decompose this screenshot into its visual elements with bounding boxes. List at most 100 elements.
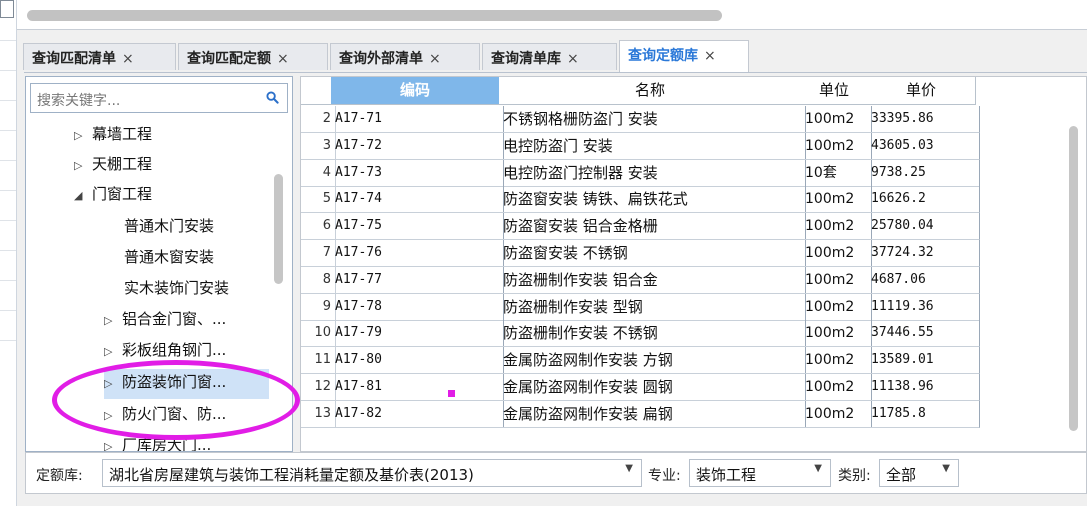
library-label: 定额库: [36, 468, 83, 484]
divider [24, 72, 1087, 73]
search-input[interactable]: 搜索关键字... [30, 83, 288, 113]
filter-bar: 定额库: 湖北省房屋建筑与装饰工程消耗量定额及基价表(2013) ▼ 专业: 装… [25, 452, 1087, 494]
left-row [0, 200, 16, 221]
cell-name[interactable]: 防盗窗安装 铸铁、扁铁花式 [499, 186, 806, 214]
cell-name[interactable]: 金属防盗网制作安装 扁钢 [499, 400, 806, 428]
cell-unit[interactable]: 100m2 [801, 240, 872, 267]
cell-unit[interactable]: 100m2 [801, 347, 872, 375]
horizontal-scrollbar-thumb[interactable] [27, 10, 722, 21]
expand-arrow-icon[interactable]: ▷ [104, 434, 122, 451]
close-icon[interactable]: × [122, 51, 134, 67]
cell-name[interactable]: 防盗栅制作安装 不锈钢 [499, 320, 806, 348]
cell-code[interactable]: A17-80 [331, 347, 504, 375]
cell-code[interactable]: A17-74 [331, 186, 504, 214]
tab-match-bill[interactable]: 查询匹配清单 × [23, 43, 176, 70]
expand-arrow-icon[interactable]: ▷ [74, 123, 92, 149]
library-select[interactable]: 湖北省房屋建筑与装饰工程消耗量定额及基价表(2013) ▼ [102, 459, 642, 487]
top-pane [17, 0, 1087, 30]
cell-code[interactable]: A17-72 [331, 132, 504, 160]
chevron-down-icon: ▼ [942, 463, 950, 474]
close-icon[interactable]: × [429, 51, 441, 67]
cell-code[interactable]: A17-79 [331, 320, 504, 348]
tab-match-quota[interactable]: 查询匹配定额 × [178, 43, 328, 70]
cell-name[interactable]: 防盗窗安装 不锈钢 [499, 240, 806, 267]
sidebar-scrollbar-thumb[interactable] [274, 174, 283, 284]
cell-price[interactable]: 11119.36 [867, 293, 980, 321]
close-icon[interactable]: × [704, 48, 716, 64]
cell-code[interactable]: A17-75 [331, 213, 504, 241]
cell-unit[interactable]: 100m2 [801, 213, 872, 241]
left-row [0, 20, 16, 41]
search-icon[interactable] [266, 91, 279, 104]
cell-unit[interactable]: 100m2 [801, 132, 872, 160]
cell-unit[interactable]: 100m2 [801, 320, 872, 348]
tree-item[interactable]: 普通木门安装 [124, 213, 214, 243]
cell-code[interactable]: A17-77 [331, 266, 504, 294]
cell-unit[interactable]: 100m2 [801, 106, 872, 133]
cell-name[interactable]: 金属防盗网制作安装 圆钢 [499, 374, 806, 401]
column-header-name[interactable]: 名称 [499, 77, 802, 105]
cell-price[interactable]: 43605.03 [867, 132, 980, 160]
cell-code[interactable]: A17-73 [331, 159, 504, 187]
cell-price[interactable]: 37446.55 [867, 320, 980, 348]
highlight-ellipse [52, 360, 300, 440]
tree-item-label: 普通木门安装 [124, 217, 215, 235]
close-icon[interactable]: × [567, 51, 579, 67]
tree-item[interactable]: 实木装饰门安装 [124, 275, 229, 305]
cell-price[interactable]: 33395.86 [867, 106, 980, 133]
cell-code[interactable]: A17-81 [331, 374, 504, 401]
category-select[interactable]: 全部 ▼ [879, 459, 959, 487]
left-row [0, 170, 16, 191]
cell-price[interactable]: 25780.04 [867, 213, 980, 241]
cell-price[interactable]: 11138.96 [867, 374, 980, 401]
category-value: 全部 [886, 466, 917, 484]
cell-name[interactable]: 防盗栅制作安装 型钢 [499, 293, 806, 321]
tab-label: 查询匹配定额 [187, 51, 271, 67]
cell-unit[interactable]: 100m2 [801, 266, 872, 294]
column-header-code[interactable]: 编码 [331, 77, 500, 105]
cell-code[interactable]: A17-71 [331, 106, 504, 133]
left-checkbox[interactable] [0, 0, 14, 18]
table-scrollbar-thumb[interactable] [1069, 126, 1078, 431]
cell-price[interactable]: 11785.8 [867, 400, 980, 428]
expand-arrow-icon[interactable]: ▷ [74, 153, 92, 179]
tab-label: 查询清单库 [491, 51, 561, 67]
cell-price[interactable]: 37724.32 [867, 240, 980, 267]
cell-unit[interactable]: 100m2 [801, 186, 872, 214]
cell-code[interactable]: A17-76 [331, 240, 504, 267]
left-row [0, 260, 16, 281]
tree-item[interactable]: ▷ 铝合金门窗、... [104, 306, 226, 336]
tab-external-bill[interactable]: 查询外部清单 × [330, 43, 480, 70]
cell-unit[interactable]: 100m2 [801, 400, 872, 428]
collapse-arrow-icon[interactable]: ◢ [74, 183, 92, 209]
cell-name[interactable]: 电控防盗门 安装 [499, 132, 806, 160]
chevron-down-icon: ▼ [625, 463, 633, 474]
tree-item[interactable]: ▷ 幕墙工程 [74, 121, 152, 151]
cell-price[interactable]: 4687.06 [867, 266, 980, 294]
expand-arrow-icon[interactable]: ▷ [104, 308, 122, 334]
cell-name[interactable]: 金属防盗网制作安装 方钢 [499, 347, 806, 375]
tree-item[interactable]: 普通木窗安装 [124, 244, 214, 274]
cell-price[interactable]: 9738.25 [867, 159, 980, 187]
cell-name[interactable]: 防盗栅制作安装 铝合金 [499, 266, 806, 294]
column-header-price[interactable]: 单价 [867, 77, 976, 105]
cell-unit[interactable]: 10套 [801, 159, 872, 187]
category-label: 类别: [838, 468, 871, 484]
tab-quota-library[interactable]: 查询定额库 × [619, 40, 749, 72]
cell-unit[interactable]: 100m2 [801, 293, 872, 321]
cell-code[interactable]: A17-78 [331, 293, 504, 321]
close-icon[interactable]: × [277, 51, 289, 67]
cell-name[interactable]: 不锈钢格栅防盗门 安装 [499, 106, 806, 133]
specialty-select[interactable]: 装饰工程 ▼ [689, 459, 831, 487]
cell-unit[interactable]: 100m2 [801, 374, 872, 401]
cell-name[interactable]: 电控防盗门控制器 安装 [499, 159, 806, 187]
expand-arrow-icon[interactable]: ▷ [104, 339, 122, 365]
column-header-unit[interactable]: 单位 [801, 77, 868, 105]
cell-name[interactable]: 防盗窗安装 铝合金格栅 [499, 213, 806, 241]
cell-price[interactable]: 16626.2 [867, 186, 980, 214]
cell-code[interactable]: A17-82 [331, 400, 504, 428]
cell-price[interactable]: 13589.01 [867, 347, 980, 375]
tree-item[interactable]: ▷ 天棚工程 [74, 151, 152, 181]
tree-item[interactable]: ◢ 门窗工程 [74, 181, 152, 211]
tab-bill-library[interactable]: 查询清单库 × [482, 43, 617, 70]
